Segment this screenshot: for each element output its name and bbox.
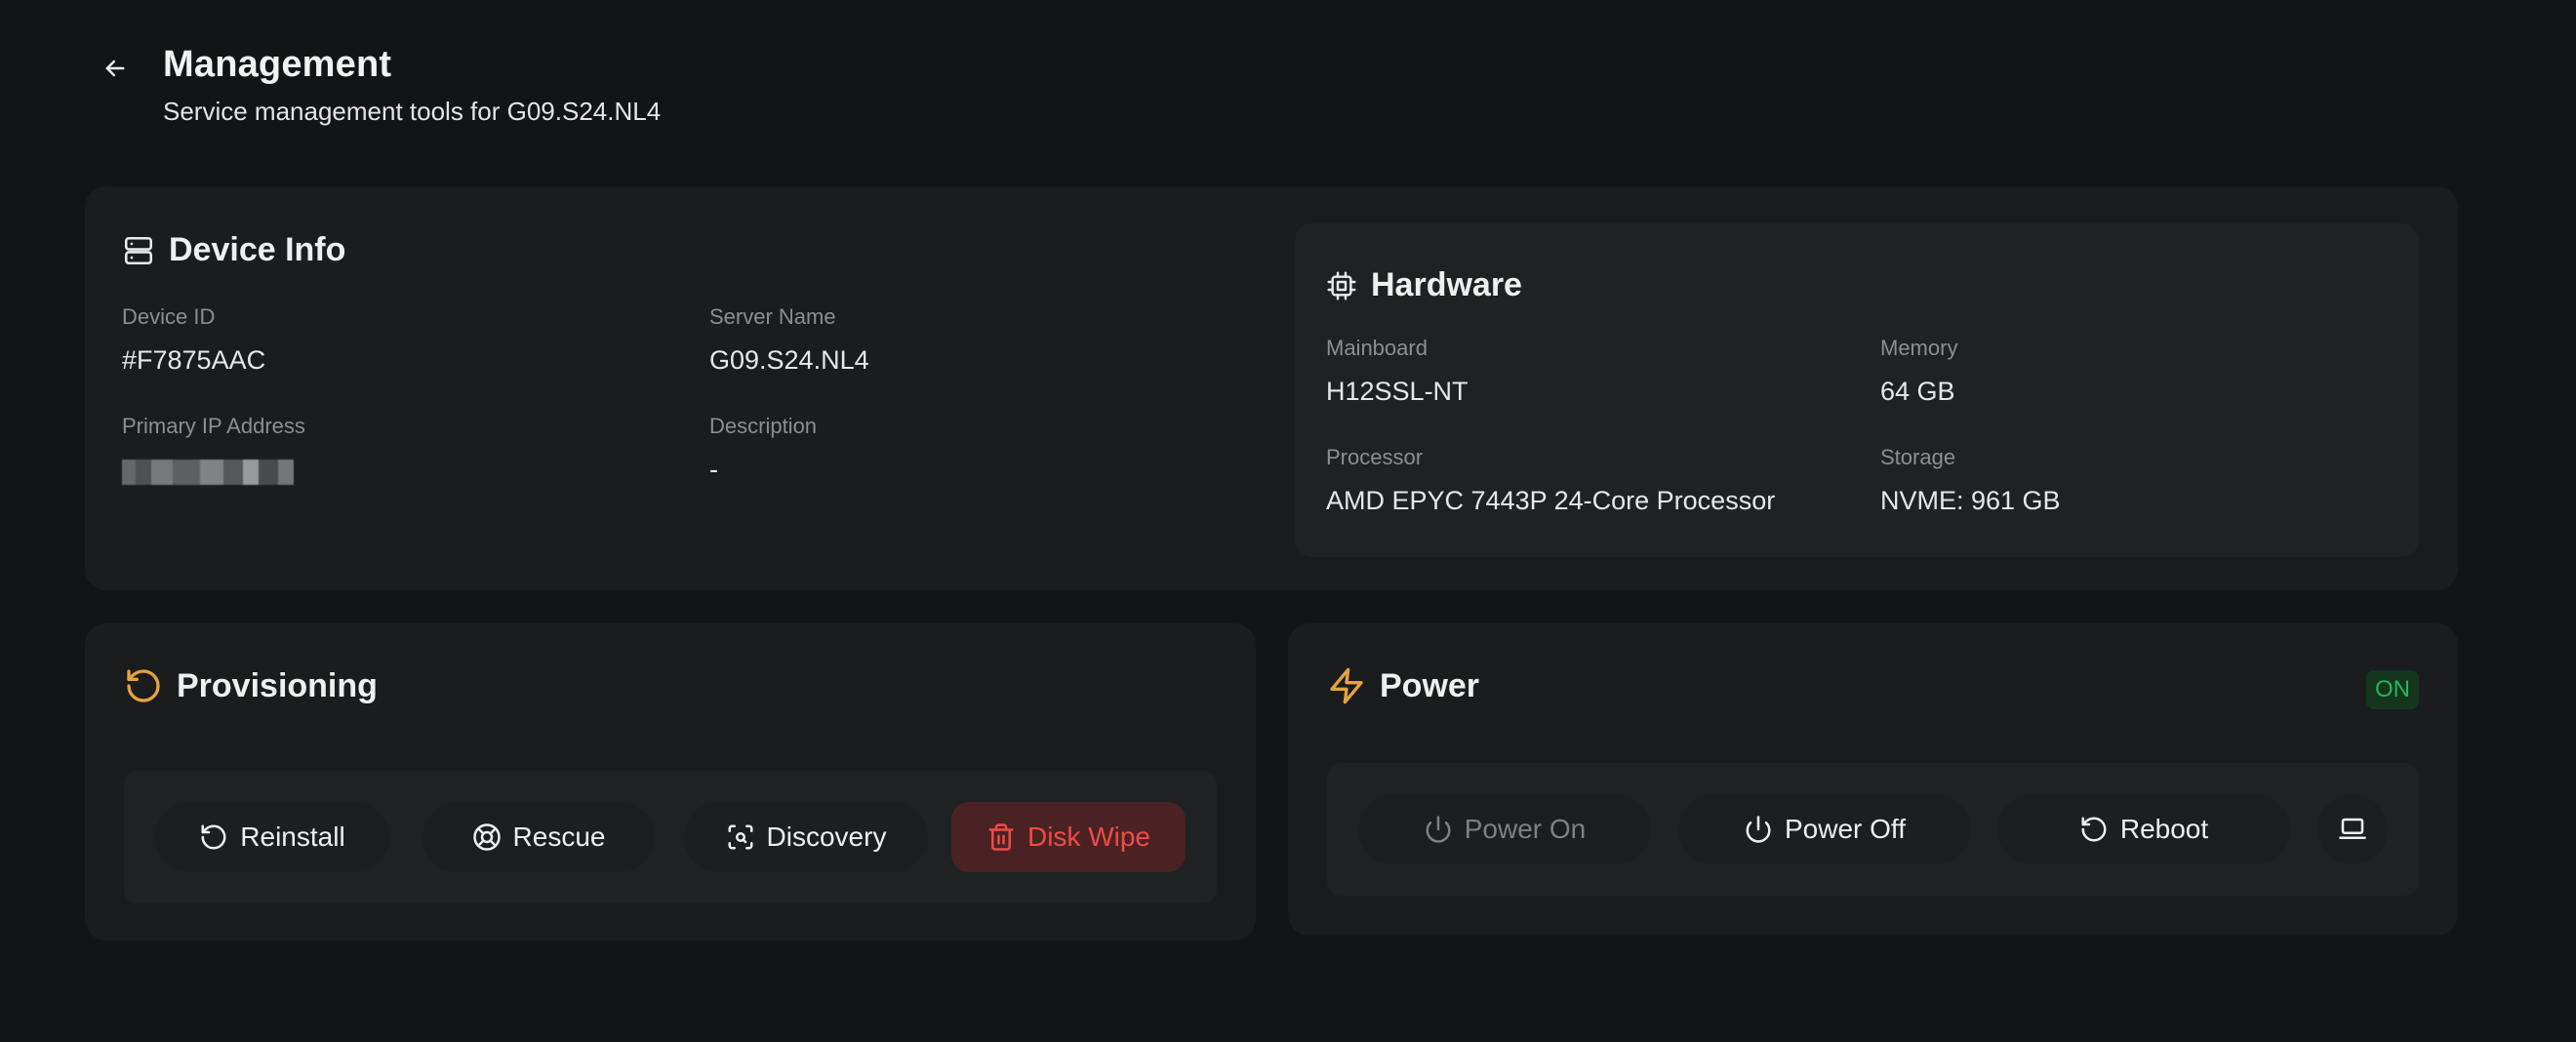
provisioning-title: Provisioning <box>177 666 378 704</box>
power-on-label: Power On <box>1464 814 1587 844</box>
storage-value: NVME: 961 GB <box>1880 486 2061 515</box>
hardware-heading: Hardware <box>1326 266 1522 304</box>
server-name-label: Server Name <box>709 304 836 329</box>
reboot-button[interactable]: Reboot <box>1997 794 2290 864</box>
primary-ip-value-redacted <box>122 460 294 485</box>
power-off-label: Power Off <box>1785 814 1906 844</box>
power-title: Power <box>1380 666 1480 704</box>
memory-value: 64 GB <box>1880 377 1955 406</box>
back-button[interactable] <box>98 51 133 86</box>
page-header: Management Service management tools for … <box>98 39 976 137</box>
device-info-heading: Device Info <box>122 231 345 269</box>
arrow-left-icon <box>101 55 129 82</box>
power-card: Power ON Power On Power Off Reboot <box>1288 623 2458 936</box>
rotate-ccw-icon <box>199 822 228 852</box>
life-buoy-icon <box>472 822 502 852</box>
server-name-value: G09.S24.NL4 <box>709 345 869 375</box>
provisioning-heading: Provisioning <box>124 666 378 705</box>
power-icon <box>1424 815 1453 844</box>
reboot-label: Reboot <box>2119 814 2209 844</box>
device-info-title: Device Info <box>169 231 346 268</box>
reinstall-label: Reinstall <box>240 822 345 852</box>
primary-ip-label: Primary IP Address <box>122 414 305 438</box>
storage-label: Storage <box>1880 445 1956 469</box>
hardware-title: Hardware <box>1371 266 1522 303</box>
processor-label: Processor <box>1326 445 1424 469</box>
page-subtitle: Service management tools for G09.S24.NL4 <box>163 97 662 126</box>
power-on-button[interactable]: Power On <box>1358 794 1651 864</box>
provisioning-card: Provisioning Reinstall Rescue Discovery … <box>85 623 1256 941</box>
power-off-button[interactable]: Power Off <box>1678 794 1971 864</box>
memory-label: Memory <box>1880 336 1958 360</box>
mainboard-value: H12SSL-NT <box>1326 377 1469 406</box>
disk-wipe-label: Disk Wipe <box>1026 822 1150 852</box>
rotate-ccw-icon <box>2079 815 2109 844</box>
server-icon <box>122 234 155 267</box>
laptop-icon <box>2338 815 2367 844</box>
discovery-button[interactable]: Discovery <box>684 802 928 872</box>
rotate-ccw-icon <box>124 666 163 705</box>
power-status-badge: ON <box>2366 670 2419 709</box>
description-label: Description <box>709 414 818 438</box>
provisioning-actions: Reinstall Rescue Discovery Disk Wipe <box>124 771 1217 903</box>
rescue-button[interactable]: Rescue <box>423 802 655 872</box>
lightning-bolt-icon <box>1327 666 1366 705</box>
power-actions: Power On Power Off Reboot <box>1327 763 2419 896</box>
rescue-label: Rescue <box>512 822 606 852</box>
cpu-chip-icon <box>1326 270 1357 301</box>
reinstall-button[interactable]: Reinstall <box>155 802 389 872</box>
description-value: - <box>709 455 718 484</box>
console-button[interactable] <box>2317 794 2388 864</box>
page-title: Management <box>163 44 392 85</box>
device-id-value: #F7875AAC <box>122 345 266 375</box>
disk-wipe-button[interactable]: Disk Wipe <box>951 802 1186 872</box>
power-icon <box>1744 815 1773 844</box>
processor-value: AMD EPYC 7443P 24-Core Processor <box>1326 486 1776 515</box>
power-heading: Power <box>1327 666 1479 705</box>
scan-search-icon <box>726 822 755 852</box>
trash-icon <box>986 822 1016 852</box>
discovery-label: Discovery <box>766 822 887 852</box>
device-id-label: Device ID <box>122 304 216 329</box>
hardware-panel: Hardware Mainboard H12SSL-NT Memory 64 G… <box>1295 223 2419 557</box>
device-overview-card: Device Info Device ID #F7875AAC Server N… <box>85 186 2458 590</box>
mainboard-label: Mainboard <box>1326 336 1428 360</box>
